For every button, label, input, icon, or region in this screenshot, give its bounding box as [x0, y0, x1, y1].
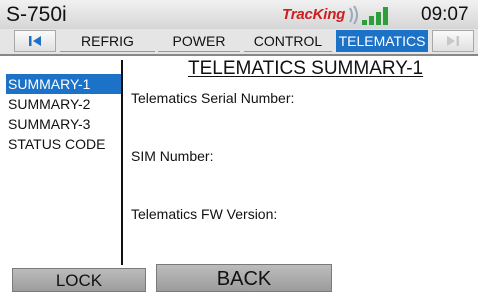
next-page-button[interactable]: [432, 30, 474, 52]
signal-strength-icon: [349, 5, 388, 25]
telematics-summary-screen: S-750i TracKing 09:07 REFRIG POWER CONTR…: [0, 0, 478, 292]
summary-list: SUMMARY-1 SUMMARY-2 SUMMARY-3 STATUS COD…: [6, 74, 121, 154]
skip-forward-icon: [447, 36, 459, 46]
lock-button[interactable]: LOCK: [12, 268, 146, 292]
tab-bar: REFRIG POWER CONTROL TELEMATICS: [0, 29, 478, 56]
sim-number-label: SIM Number:: [131, 148, 214, 164]
back-button[interactable]: BACK: [156, 264, 332, 292]
list-item-summary-3[interactable]: SUMMARY-3: [6, 114, 121, 134]
skip-back-icon: [29, 36, 41, 46]
list-item-summary-1[interactable]: SUMMARY-1: [6, 74, 121, 94]
logo-text: TracKing: [282, 6, 346, 23]
list-item-status-code[interactable]: STATUS CODE: [6, 134, 121, 154]
serial-number-label: Telematics Serial Number:: [131, 90, 295, 106]
list-item-summary-2[interactable]: SUMMARY-2: [6, 94, 121, 114]
model-name: S-750i: [6, 3, 67, 26]
vertical-divider: [121, 60, 123, 265]
page-title: TELEMATICS SUMMARY-1: [188, 58, 424, 79]
tracking-logo: TracKing: [282, 2, 392, 28]
tab-control[interactable]: CONTROL: [244, 30, 332, 52]
tab-power[interactable]: POWER: [158, 30, 240, 52]
status-bar: S-750i TracKing 09:07: [0, 0, 478, 30]
tab-refrig[interactable]: REFRIG: [60, 30, 155, 52]
clock: 09:07: [421, 4, 469, 25]
tab-telematics[interactable]: TELEMATICS: [336, 30, 428, 52]
fw-version-label: Telematics FW Version:: [131, 206, 278, 222]
previous-page-button[interactable]: [14, 30, 56, 52]
